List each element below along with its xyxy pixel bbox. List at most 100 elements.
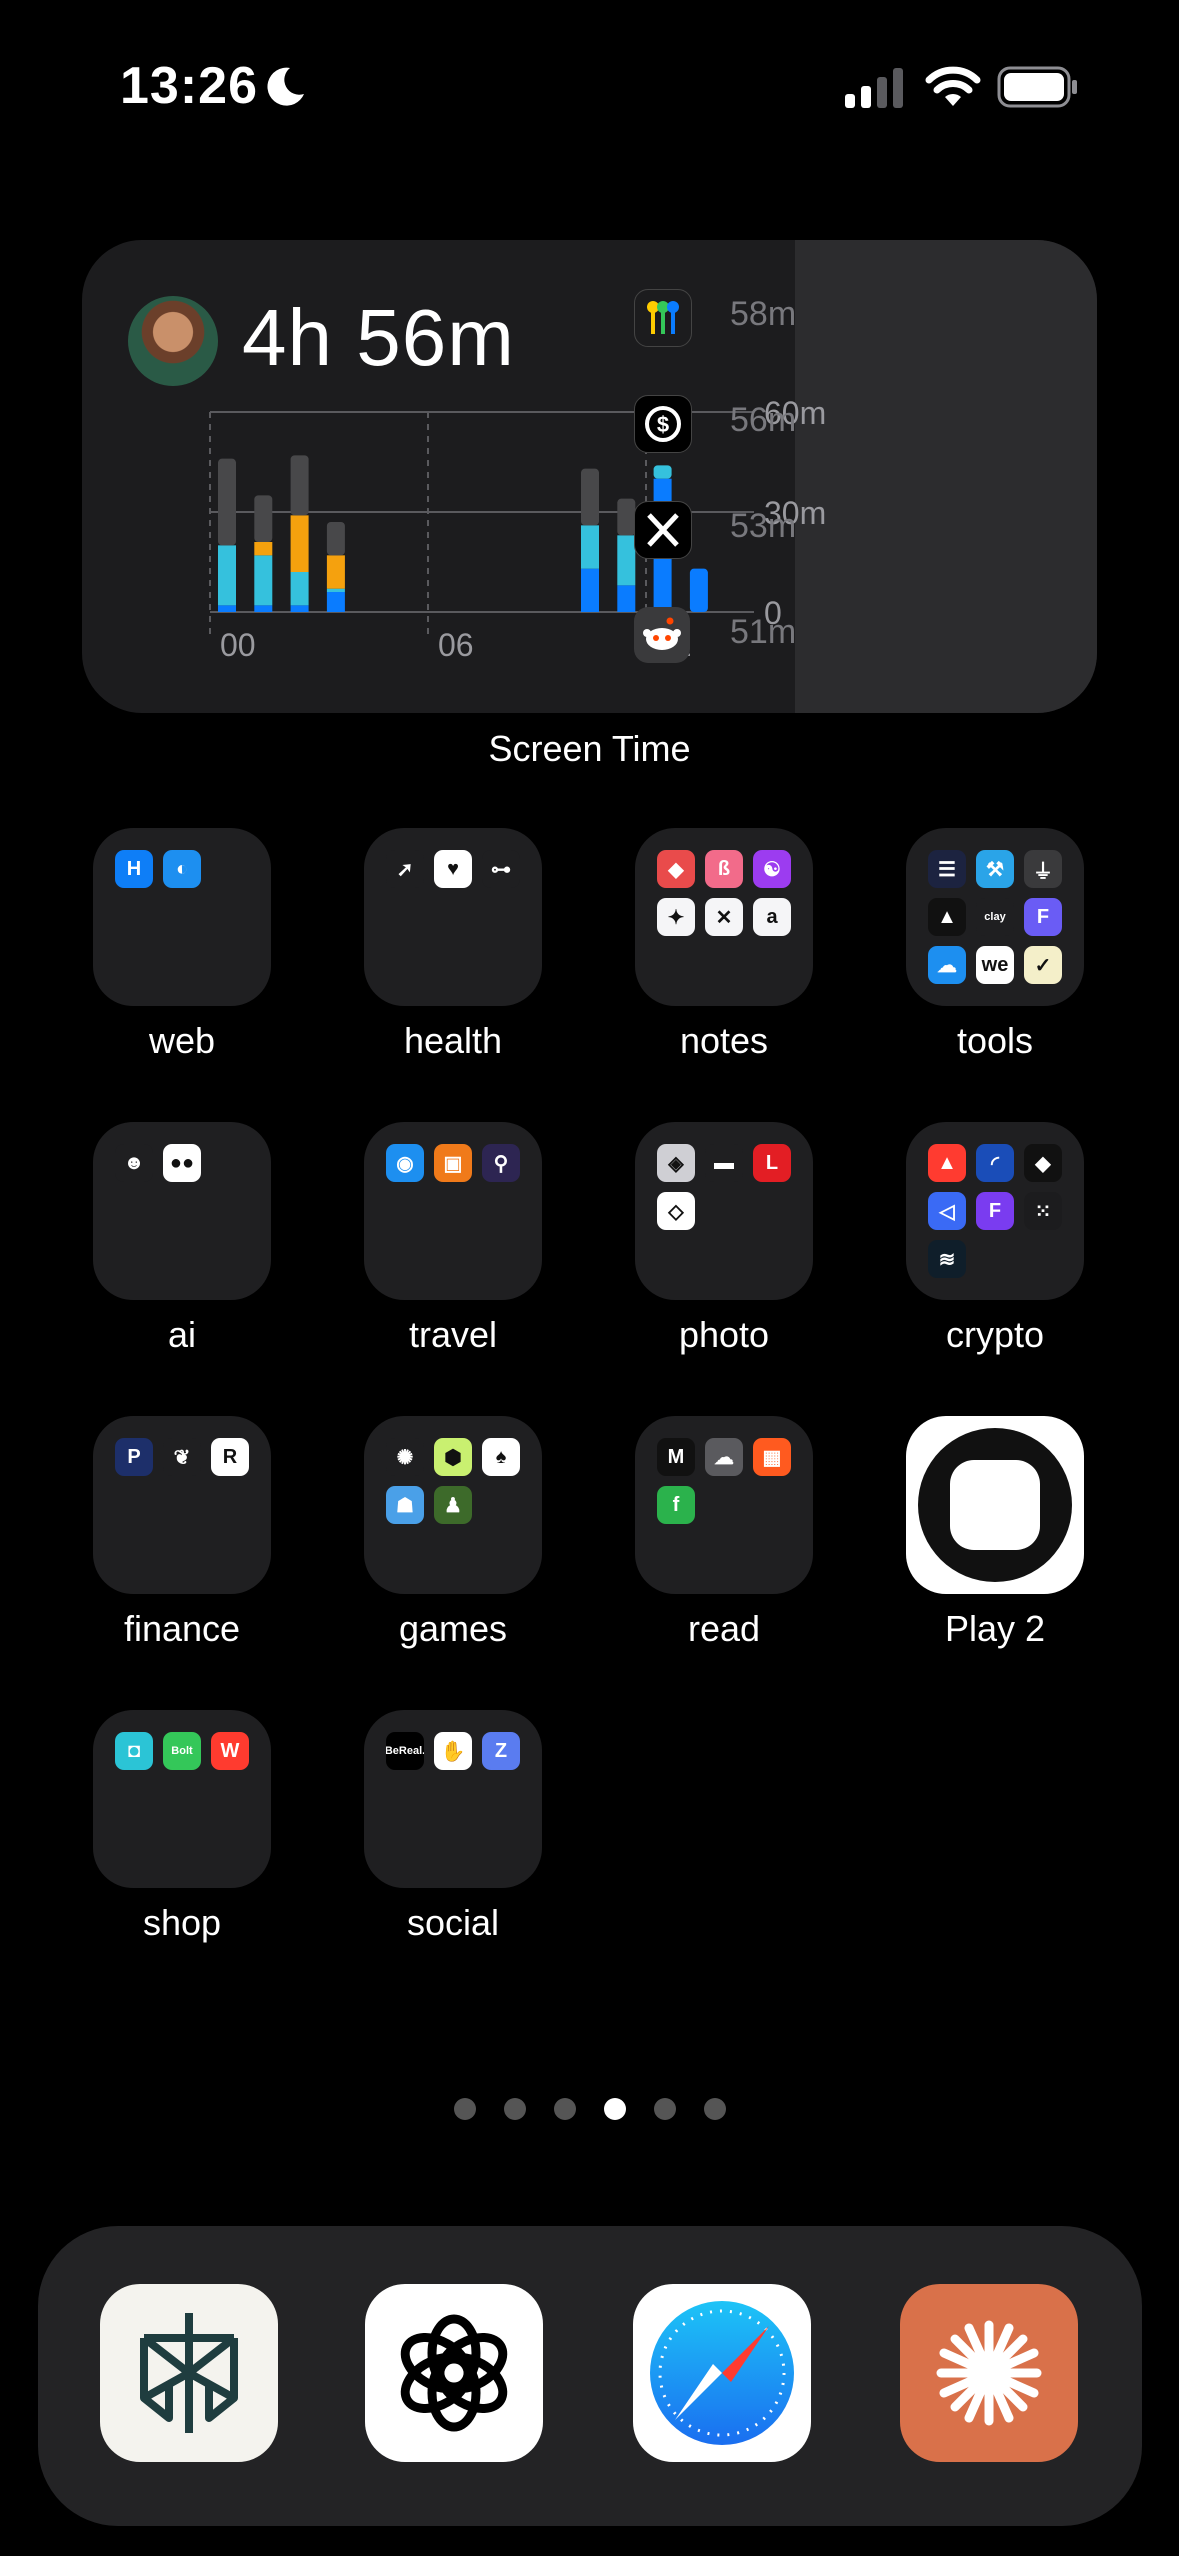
folder-box[interactable]: ☻ ●● <box>93 1122 271 1300</box>
pixel-game-icon: ☗ <box>386 1486 424 1524</box>
keys-icon <box>634 289 692 347</box>
bar-segment <box>254 542 273 556</box>
page-indicator[interactable] <box>0 2098 1179 2125</box>
map-pin-icon: ⚲ <box>482 1144 520 1182</box>
bar-segment <box>218 458 236 546</box>
top-app-row[interactable]: 51m <box>610 599 850 669</box>
yellow-check-icon: ✓ <box>1024 946 1062 984</box>
diamond-app-icon: ◇ <box>657 1192 695 1230</box>
swirl-icon: ≋ <box>928 1240 966 1278</box>
bar-segment <box>254 605 273 612</box>
cards-icon: ♠ <box>482 1438 520 1476</box>
folder-box[interactable]: ◆ ß ☯ ✦ ✕ a <box>635 828 813 1006</box>
dumbbell-icon: ⊶ <box>482 850 520 888</box>
page-dot[interactable] <box>553 2098 576 2120</box>
status-time: 13:26 <box>120 57 258 115</box>
pink-app-icon: ß <box>705 850 743 888</box>
page-dot[interactable] <box>703 2098 726 2120</box>
dots-grid-icon: ⁙ <box>1024 1192 1062 1230</box>
bereal-icon: BeReal. <box>386 1732 424 1770</box>
feedly-icon: f <box>657 1486 695 1524</box>
app-label: tools <box>956 1020 1034 1061</box>
tool-app-icon: ⚒ <box>976 850 1014 888</box>
bar-segment <box>254 555 273 606</box>
luggage-icon: ▣ <box>434 1144 472 1182</box>
bolt-app-icon: ◁ <box>928 1192 966 1230</box>
z-app-icon: Z <box>482 1732 520 1770</box>
triangle-app-icon: ▲ <box>928 898 966 936</box>
bar-segment <box>581 525 599 569</box>
cellular-signal-icon <box>845 68 903 108</box>
app-label: crypto <box>945 1314 1045 1355</box>
folder-box[interactable]: ◈ ▬ L ◇ <box>635 1122 813 1300</box>
page-dot[interactable] <box>503 2098 526 2120</box>
folder-box[interactable]: ◉ ▣ ⚲ <box>364 1122 542 1300</box>
pill-app-icon: ▬ <box>705 1144 743 1182</box>
folder-box[interactable]: ☰ ⚒ ⏚ ▲ clay F ☁ we ✓ <box>906 828 1084 1006</box>
folder-box[interactable]: BeReal. ✋ Z <box>364 1710 542 1888</box>
app-label: finance <box>123 1608 241 1649</box>
wave-hand-icon: ✋ <box>434 1732 472 1770</box>
chatgpt-icon[interactable] <box>365 2284 543 2462</box>
cloud-app-icon: ☁ <box>928 946 966 984</box>
x-logo-icon <box>634 501 692 559</box>
top-app-row[interactable]: 53m <box>610 493 850 563</box>
bear-notes-icon: ◆ <box>657 850 695 888</box>
bookmark-icon: ▦ <box>753 1438 791 1476</box>
hotel-h-icon: H <box>115 850 153 888</box>
folder-box[interactable]: P ❦ R <box>93 1416 271 1594</box>
cloud-star-icon: ☁ <box>705 1438 743 1476</box>
bar-segment <box>290 605 309 612</box>
bar-segment <box>581 568 599 612</box>
heart-icon: ♥ <box>434 850 472 888</box>
folder-box[interactable]: ◘ Bolt W <box>93 1710 271 1888</box>
reddit-icon <box>634 607 690 663</box>
dock <box>38 2226 1142 2526</box>
page-dot[interactable] <box>603 2098 626 2120</box>
top-app-time: 51m <box>730 613 797 651</box>
perplexity-icon[interactable] <box>100 2284 278 2462</box>
we-app-icon: we <box>976 946 1014 984</box>
list-app-icon: ☰ <box>928 850 966 888</box>
avatar <box>128 296 218 386</box>
top-app-row[interactable]: 58m <box>610 281 850 351</box>
wifi-icon <box>925 66 981 106</box>
app-label: photo <box>678 1314 770 1355</box>
folder-box[interactable]: ✺ ⬢ ♠ ☗ ♟ <box>364 1416 542 1594</box>
bar-segment <box>290 455 309 516</box>
svg-text:$: $ <box>657 412 669 437</box>
folder-box[interactable]: M ☁ ▦ f <box>635 1416 813 1594</box>
bag-icon: ◘ <box>115 1732 153 1770</box>
top-app-time: 58m <box>730 295 797 333</box>
toggle-app-icon: ◐ <box>163 850 201 888</box>
bar-segment <box>218 545 236 606</box>
app-label: games <box>398 1608 508 1649</box>
safari-compass-icon[interactable] <box>633 2284 811 2462</box>
bar-segment <box>326 592 345 612</box>
brain-icon: ☯ <box>753 850 791 888</box>
f-blocks-icon: F <box>976 1192 1014 1230</box>
rainbow-icon: ◜ <box>976 1144 1014 1182</box>
play2-app-icon[interactable] <box>906 1416 1084 1594</box>
page-dot[interactable] <box>653 2098 676 2120</box>
folder-box[interactable]: H ◐ <box>93 828 271 1006</box>
app-label: health <box>403 1020 503 1061</box>
battery-icon <box>997 66 1077 108</box>
revolut-icon: R <box>211 1438 249 1476</box>
purple-f-icon: F <box>1024 898 1062 936</box>
bolt-food-icon: Bolt <box>163 1732 201 1770</box>
folder-box[interactable]: ➚ ♥ ⊶ <box>364 828 542 1006</box>
screen-time-widget[interactable]: 4h 56m 60m 30m 0 00 06 12 58m $ 56m <box>82 240 1097 713</box>
bar-segment <box>653 465 672 479</box>
moon-icon <box>267 67 304 106</box>
top-app-row[interactable]: $ 56m <box>610 387 850 457</box>
app-label: web <box>148 1020 216 1061</box>
arrow-app-icon: ➚ <box>386 850 424 888</box>
folder-box[interactable]: ▲ ◜ ◆ ◁ F ⁙ ≋ <box>906 1122 1084 1300</box>
top-app-time: 56m <box>730 401 797 439</box>
screen-time-total: 4h 56m <box>242 293 515 382</box>
wolt-icon: W <box>211 1732 249 1770</box>
page-dot[interactable] <box>453 2098 476 2120</box>
claude-sparkle-icon[interactable] <box>900 2284 1078 2462</box>
funnel-icon: ⏚ <box>1024 850 1062 888</box>
